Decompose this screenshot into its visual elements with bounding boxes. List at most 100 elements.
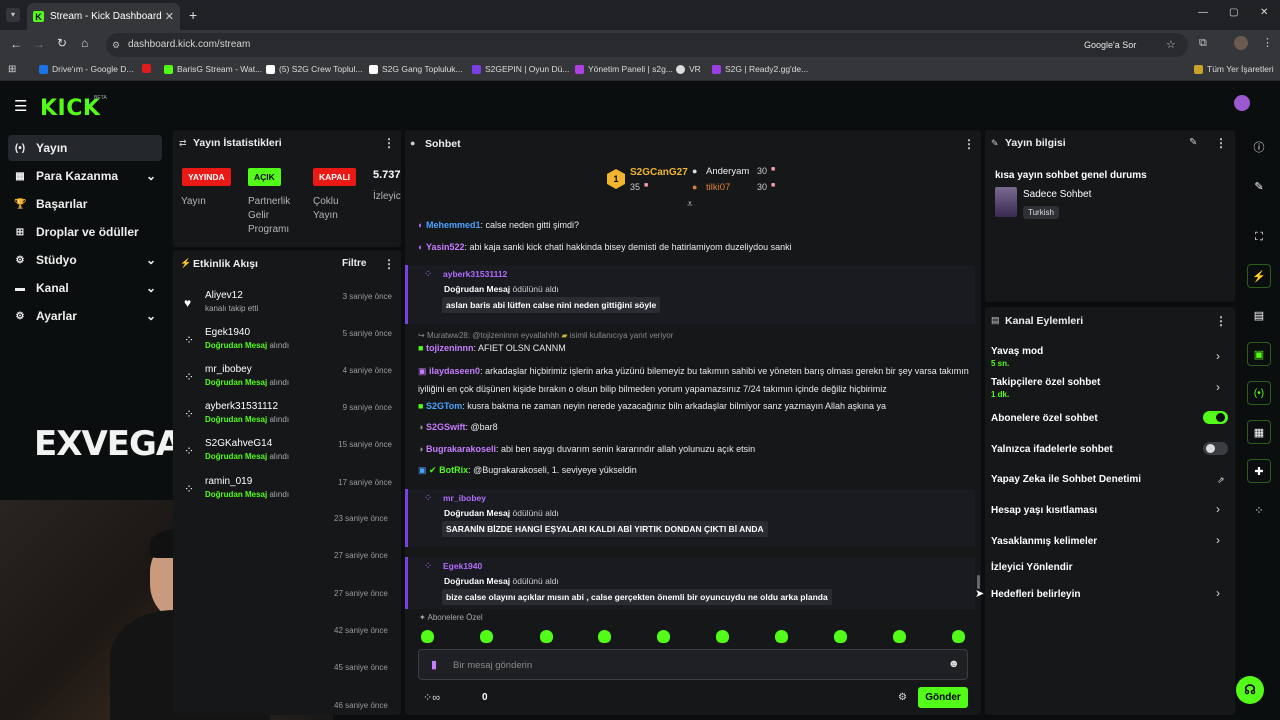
slow-mode-row[interactable]: Yavaş mod 5 sn. bbox=[991, 346, 1043, 368]
notes-icon[interactable]: ▤ bbox=[1247, 303, 1271, 327]
tab-close-icon[interactable]: ✕ bbox=[165, 10, 174, 23]
chevron-right-icon[interactable]: › bbox=[1216, 380, 1220, 394]
emote-icon[interactable] bbox=[893, 630, 906, 643]
dm-username[interactable]: ayberk31531112 bbox=[443, 269, 507, 279]
dm-username[interactable]: Egek1940 bbox=[443, 561, 482, 571]
banned-words-row[interactable]: Yasaklanmış kelimeler bbox=[991, 536, 1097, 547]
fullscreen-icon[interactable]: ⛶ bbox=[1247, 225, 1271, 249]
activity-username[interactable]: Egek1940 bbox=[205, 327, 250, 338]
chevron-right-icon[interactable]: › bbox=[1216, 586, 1220, 600]
emote-icon[interactable] bbox=[952, 630, 965, 643]
category-name[interactable]: Sadece Sohbet bbox=[1023, 189, 1091, 200]
activity-username[interactable]: S2GKahveG14 bbox=[205, 438, 272, 449]
browser-tab[interactable]: K Stream - Kick Dashboard ✕ bbox=[27, 3, 180, 30]
maximize-icon[interactable]: ▢ bbox=[1229, 7, 1238, 18]
all-bookmarks[interactable]: Tüm Yer İşaretleri bbox=[1194, 64, 1274, 74]
chevron-right-icon[interactable]: › bbox=[1216, 349, 1220, 363]
chat-username[interactable]: S2GSwift bbox=[426, 422, 466, 432]
emote-icon[interactable] bbox=[540, 630, 553, 643]
emote-icon[interactable] bbox=[480, 630, 493, 643]
bookmark-item[interactable]: S2G | Ready2.gg'de... bbox=[712, 64, 808, 74]
stats-menu-icon[interactable]: ⋮ bbox=[383, 136, 395, 150]
bookmark-item[interactable]: S2GEPIN | Oyun Dü... bbox=[472, 64, 569, 74]
chevron-right-icon[interactable]: › bbox=[1216, 533, 1220, 547]
activity-username[interactable]: ramin_019 bbox=[205, 476, 252, 487]
activity-username[interactable]: Aliyev12 bbox=[205, 290, 243, 301]
nav-item-yayin[interactable]: (•) Yayın bbox=[8, 135, 162, 161]
edit-rail-icon[interactable]: ✎ bbox=[1247, 174, 1271, 198]
emote-icon[interactable] bbox=[657, 630, 670, 643]
ai-mod-row[interactable]: Yapay Zeka ile Sohbet Denetimi bbox=[991, 474, 1141, 485]
stream-info-menu-icon[interactable]: ⋮ bbox=[1215, 136, 1227, 150]
nav-item-para-kazanma[interactable]: ▦ Para Kazanma ⌄ bbox=[8, 163, 162, 189]
emoji-icon[interactable]: ☻ bbox=[948, 658, 960, 670]
emote-icon[interactable] bbox=[716, 630, 729, 643]
subs-chat-toggle[interactable] bbox=[1203, 411, 1228, 424]
followers-chat-row[interactable]: Takipçilere özel sohbet 1 dk. bbox=[991, 377, 1100, 399]
leader-name[interactable]: Anderyam bbox=[706, 166, 749, 177]
bookmark-item[interactable]: (5) S2G Crew Toplul... bbox=[266, 64, 362, 74]
info-icon[interactable]: ⓘ bbox=[1247, 135, 1271, 159]
chevron-right-icon[interactable]: › bbox=[1216, 502, 1220, 516]
channel-actions-menu-icon[interactable]: ⋮ bbox=[1215, 314, 1227, 328]
bookmark-item[interactable]: S2G Gang Topluluk... bbox=[369, 64, 463, 74]
chat-username[interactable]: BotRix bbox=[439, 465, 468, 475]
chat-username[interactable]: Yasin522 bbox=[426, 242, 465, 252]
home-icon[interactable]: ⌂ bbox=[81, 36, 88, 50]
edit-icon[interactable]: ✎ bbox=[1189, 137, 1197, 148]
nav-item-basarilar[interactable]: 🏆 Başarılar bbox=[8, 191, 162, 217]
minimize-icon[interactable]: — bbox=[1198, 7, 1208, 18]
nav-item-ayarlar[interactable]: ⚙ Ayarlar ⌄ bbox=[8, 303, 162, 329]
bookmark-item[interactable] bbox=[142, 64, 155, 73]
google-ask-label[interactable]: Google'a Sor bbox=[1084, 33, 1136, 57]
tab-list-button[interactable]: ▾ bbox=[6, 8, 20, 22]
bookmark-item[interactable]: BarisG Stream - Wat... bbox=[164, 64, 262, 74]
nav-item-droplar[interactable]: ⊞ Droplar ve ödüller bbox=[8, 219, 162, 245]
send-button[interactable]: Gönder bbox=[918, 687, 968, 708]
bookmark-item[interactable]: VR bbox=[676, 64, 701, 74]
activity-menu-icon[interactable]: ⋮ bbox=[383, 257, 395, 271]
emote-icon[interactable] bbox=[421, 630, 434, 643]
forward-icon[interactable]: → bbox=[33, 37, 45, 51]
browser-menu-icon[interactable]: ⋮ bbox=[1262, 36, 1273, 49]
url-field[interactable]: ⚙ dashboard.kick.com/stream Google'a Sor… bbox=[106, 33, 1188, 57]
leader-name[interactable]: S2GCanG27 bbox=[630, 167, 688, 178]
bookmark-item[interactable]: Yönetim Paneli | s2g... bbox=[575, 64, 673, 74]
chat-username[interactable]: Mehemmed1 bbox=[426, 220, 481, 230]
reward-rail-icon[interactable]: ⁘ bbox=[1247, 498, 1271, 522]
chat-menu-icon[interactable]: ⋮ bbox=[963, 137, 975, 151]
activity-username[interactable]: mr_ibobey bbox=[205, 364, 252, 375]
broadcast-rail-icon[interactable]: (•) bbox=[1247, 381, 1271, 405]
emote-icon[interactable] bbox=[834, 630, 847, 643]
external-link-icon[interactable]: ⇗ bbox=[1217, 475, 1225, 486]
site-info-icon[interactable]: ⚙ bbox=[112, 33, 120, 57]
chat-rail-icon[interactable]: ▣ bbox=[1247, 342, 1271, 366]
hamburger-menu-icon[interactable]: ☰ bbox=[14, 97, 27, 115]
viewer-redirect-row[interactable]: İzleyici Yönlendir bbox=[991, 562, 1073, 573]
dm-username[interactable]: mr_ibobey bbox=[443, 493, 486, 503]
nav-item-kanal[interactable]: ▬ Kanal ⌄ bbox=[8, 275, 162, 301]
bookmark-star-icon[interactable]: ☆ bbox=[1166, 33, 1176, 57]
filter-button[interactable]: Filtre bbox=[342, 258, 366, 269]
support-headset-icon[interactable]: ☊ bbox=[1236, 676, 1264, 704]
chat-input[interactable]: ▮ Bir mesaj gönderin ☻ bbox=[418, 649, 968, 680]
chat-username[interactable]: ilaydaseen0 bbox=[429, 366, 480, 376]
quick-action-icon[interactable]: ⚡ bbox=[1247, 264, 1271, 288]
tools-icon[interactable]: ✚ bbox=[1247, 459, 1271, 483]
emote-icon[interactable] bbox=[775, 630, 788, 643]
chat-username[interactable]: tojizeninnn bbox=[426, 343, 474, 353]
chat-username[interactable]: Bugrakarakoseli bbox=[426, 444, 496, 454]
new-tab-button[interactable]: + bbox=[189, 7, 197, 23]
expand-leaderboard-icon[interactable]: ⩡ bbox=[687, 199, 693, 210]
nav-item-studyo[interactable]: ⚙ Stüdyo ⌄ bbox=[8, 247, 162, 273]
activity-username[interactable]: ayberk31531112 bbox=[205, 401, 278, 412]
leader-name[interactable]: tilki07 bbox=[706, 182, 730, 193]
kick-logo[interactable]: KICK bbox=[40, 96, 100, 121]
mic-icon[interactable]: ▮ bbox=[431, 658, 437, 671]
emote-chat-toggle[interactable] bbox=[1203, 442, 1228, 455]
emote-icon[interactable] bbox=[598, 630, 611, 643]
profile-avatar[interactable] bbox=[1234, 36, 1248, 50]
back-icon[interactable]: ← bbox=[10, 37, 22, 51]
chat-settings-icon[interactable]: ⚙ bbox=[898, 692, 907, 703]
chat-username[interactable]: S2GTom bbox=[426, 401, 462, 411]
